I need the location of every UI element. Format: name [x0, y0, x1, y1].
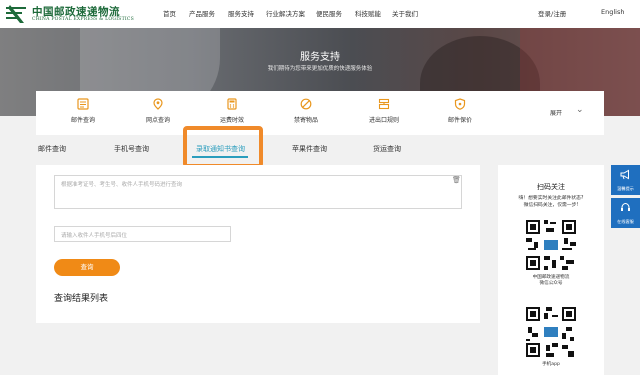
prohibited-icon	[300, 98, 312, 110]
quick-mail-insurance[interactable]: 邮件保价	[430, 91, 490, 135]
quick-branch-query-label: 网点查询	[145, 117, 170, 124]
admission-query-textarea[interactable]: 根据准考证号、考生号、收件人手机号码进行查询	[54, 175, 462, 209]
scan-title: 扫码关注	[537, 183, 565, 191]
tab-phone-query[interactable]: 手机号查询	[114, 144, 149, 154]
scan-description: 嗨！想要实时关注此邮件状态? 微信扫码关注，仅需一步!	[498, 195, 604, 209]
quick-prohibited-items[interactable]: 禁寄物品	[276, 91, 336, 135]
nav-about[interactable]: 关于我们	[392, 8, 418, 18]
trash-icon[interactable]: 🗑	[452, 176, 461, 184]
nav-support[interactable]: 服务支持	[228, 8, 254, 18]
quick-import-export-rules-label: 进出口规则	[368, 117, 399, 124]
megaphone-icon	[620, 169, 629, 180]
quick-import-export-rules[interactable]: 进出口规则	[354, 91, 414, 135]
side-btn-online-service-label: 在线客服	[617, 219, 634, 224]
phone-last4-input[interactable]: 请输入收件人手机号后四位	[54, 226, 231, 242]
quick-prohibited-items-label: 禁寄物品	[293, 117, 318, 124]
login-register-link[interactable]: 登录/注册	[538, 8, 566, 18]
shield-icon	[454, 98, 466, 110]
document-search-icon	[77, 98, 89, 110]
logo-mark-icon	[6, 5, 26, 23]
nav-solutions[interactable]: 行业解决方案	[266, 8, 305, 18]
headset-icon	[621, 202, 630, 211]
nav-technology[interactable]: 科技赋能	[355, 8, 381, 18]
scan-follow-panel: 扫码关注 嗨！想要实时关注此邮件状态? 微信扫码关注，仅需一步! 中国邮政速递物…	[498, 165, 604, 375]
tab-freight-query[interactable]: 货运查询	[373, 144, 401, 154]
logo-en-text: CHINA POSTAL EXPRESS & LOGISTICS	[32, 17, 134, 22]
tab-apple-query[interactable]: 苹果件查询	[292, 144, 327, 154]
quick-freight-time-label: 运费时效	[219, 117, 244, 124]
site-logo[interactable]: 中国邮政速递物流 CHINA POSTAL EXPRESS & LOGISTIC…	[6, 3, 156, 25]
location-pin-icon	[153, 98, 163, 110]
side-btn-tips-label: 温馨提示	[617, 186, 634, 191]
customs-rules-icon	[378, 98, 390, 110]
chevron-down-icon[interactable]: ⌄	[576, 105, 584, 115]
quick-mail-query-label: 邮件查询	[70, 117, 95, 124]
quick-branch-query[interactable]: 网点查询	[128, 91, 188, 135]
qr2-caption: 手机app	[542, 362, 560, 367]
hero-subtitle: 我们期待为您带来更加优质的快递服务体验	[267, 66, 373, 72]
highlight-annotation-box	[183, 126, 263, 168]
quick-mail-query[interactable]: 邮件查询	[53, 91, 113, 135]
quick-mail-insurance-label: 邮件保价	[447, 117, 472, 124]
app-qr-code	[524, 305, 578, 359]
qr1-caption-line2: 微信公众号	[539, 281, 563, 286]
qr1-caption: 中国邮政速递物流 微信公众号	[498, 275, 604, 287]
nav-products[interactable]: 产品服务	[189, 8, 215, 18]
side-btn-tips[interactable]: 温馨提示	[611, 165, 640, 195]
side-btn-online-service[interactable]: 在线客服	[611, 198, 640, 228]
top-header: 中国邮政速递物流 CHINA POSTAL EXPRESS & LOGISTIC…	[0, 0, 640, 28]
nav-convenience[interactable]: 便民服务	[316, 8, 342, 18]
scan-desc-line2: 微信扫码关注，仅需一步!	[523, 203, 579, 208]
hero-title: 服务支持	[300, 52, 340, 63]
english-link[interactable]: English	[601, 8, 624, 16]
expand-toggle[interactable]: 展开	[550, 108, 562, 117]
scan-desc-line1: 嗨！想要实时关注此邮件状态?	[518, 196, 584, 201]
query-form-panel: 根据准考证号、考生号、收件人手机号码进行查询 🗑 请输入收件人手机号后四位 查询…	[36, 165, 480, 323]
result-list-title: 查询结果列表	[54, 294, 109, 304]
query-button[interactable]: 查询	[54, 259, 120, 276]
nav-home[interactable]: 首页	[163, 8, 176, 18]
calculator-icon	[227, 98, 237, 110]
wechat-qr-code	[524, 218, 578, 272]
quick-service-bar: 邮件查询 网点查询 运费时效 禁寄物品 进出口规则 邮件保价 展开 ⌄	[36, 91, 604, 135]
tab-mail-query[interactable]: 邮件查询	[38, 144, 66, 154]
